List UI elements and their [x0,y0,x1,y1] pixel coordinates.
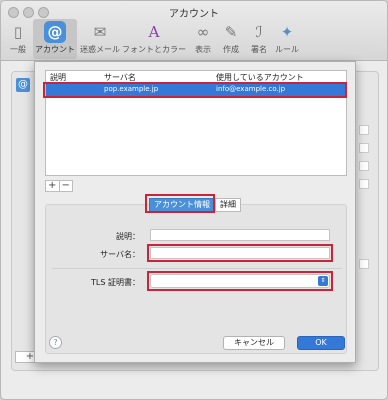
pencil-icon: ✎ [224,23,238,41]
account-at-icon: @ [16,78,30,92]
toolbar-junk-label: 迷惑メール [80,45,120,54]
toolbar-fonts-colors[interactable]: A フォントとカラー [121,19,187,59]
background-checkbox [359,161,369,171]
server-field-highlight-annotation [147,244,333,262]
toolbar-signatures[interactable]: ℐ 署名 [245,19,273,59]
tab-highlight-annotation [145,194,215,213]
toolbar-fonts-colors-label: フォントとカラー [122,45,186,54]
rules-icon: ✦ [280,23,294,41]
toolbar-signatures-label: 署名 [251,45,267,54]
toolbar-accounts-label: アカウント [35,45,75,54]
description-field[interactable] [150,229,330,241]
glasses-icon: ∞ [196,23,210,41]
tls-field-highlight-annotation [147,271,333,291]
preferences-window: アカウント ▯ 一般 @ アカウント ✉ 迷惑メール A フォントとカラー ∞ … [0,0,388,400]
ok-button[interactable]: OK [297,336,345,350]
account-edit-sheet: 説明 サーバ名 使用しているアカウント pop.example.jp info@… [34,61,356,363]
toolbar-general[interactable]: ▯ 一般 [3,19,33,59]
add-account-button[interactable]: + [46,181,59,191]
toolbar-general-label: 一般 [10,45,26,54]
toolbar-rules-label: ルール [275,45,299,54]
help-button[interactable]: ? [49,336,62,349]
toolbar: ▯ 一般 @ アカウント ✉ 迷惑メール A フォントとカラー ∞ 表示 ✎ 作… [1,17,387,61]
signature-icon: ℐ [255,23,263,41]
switch-icon: ▯ [13,23,23,41]
remove-account-button[interactable]: − [58,181,73,191]
add-remove-controls: + − [45,180,73,192]
description-label: 説明： [116,232,140,241]
toolbar-viewing[interactable]: ∞ 表示 [189,19,217,59]
row-highlight-annotation [43,82,347,98]
junk-icon: ✉ [93,23,107,41]
background-checkbox [359,259,369,269]
toolbar-rules[interactable]: ✦ ルール [273,19,301,59]
toolbar-accounts[interactable]: @ アカウント [33,19,77,59]
at-icon: @ [44,21,66,43]
separator [52,268,342,269]
toolbar-composing-label: 作成 [223,45,239,54]
cancel-button[interactable]: キャンセル [223,336,285,350]
tls-certificate-label: TLS 証明書： [91,278,140,287]
tab-details[interactable]: 詳細 [215,198,241,212]
toolbar-junk[interactable]: ✉ 迷惑メール [79,19,121,59]
account-form: 説明： サーバ名： TLS 証明書： ⇕ [45,204,347,354]
toolbar-composing[interactable]: ✎ 作成 [217,19,245,59]
title-bar: アカウント ▯ 一般 @ アカウント ✉ 迷惑メール A フォントとカラー ∞ … [1,1,387,61]
background-checkbox [359,125,369,135]
server-label: サーバ名： [100,250,140,259]
background-checkbox [359,179,369,189]
background-checkbox [359,143,369,153]
toolbar-viewing-label: 表示 [195,45,211,54]
font-color-icon: A [148,23,160,41]
